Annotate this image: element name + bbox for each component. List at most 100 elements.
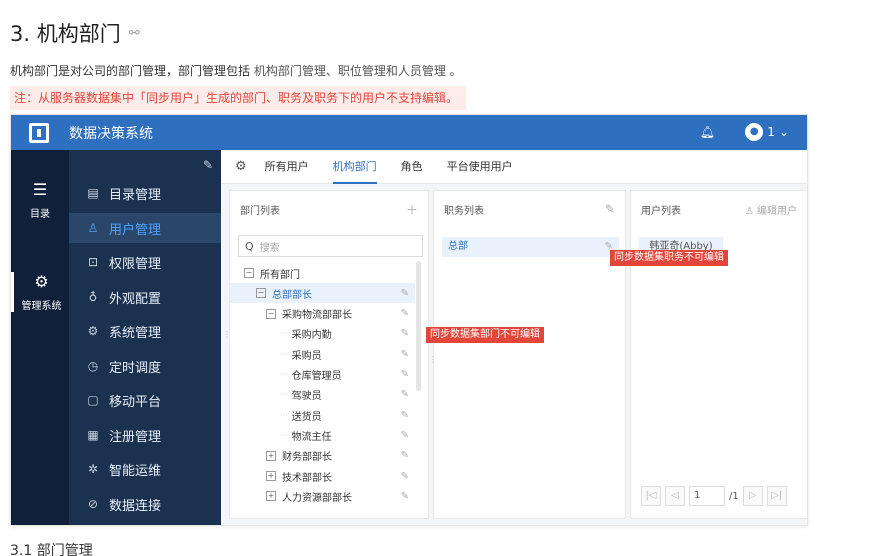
collapse-icon[interactable]: − [266, 308, 276, 319]
icon-rail: ☰ 目录 ⚙ 管理系统 [11, 150, 69, 525]
intro-paragraph: 机构部门是对公司的部门管理，部门管理包括 机构部门管理、职位管理和人员管理 。 [10, 62, 462, 79]
app-logo-icon [29, 122, 49, 143]
rail-label: 管理系统 [21, 301, 62, 312]
tree-row[interactable]: + 财务部部长 ✎ [230, 446, 415, 466]
menu-item-system[interactable]: ⚙ 系统管理 [69, 316, 221, 346]
menu-label: 定时调度 [109, 360, 162, 376]
position-panel: 职务列表 ✎ 总部 ✎ [433, 190, 626, 519]
tree-row[interactable]: + 人力资源部部长 ✎ [230, 486, 415, 506]
bell-icon[interactable]: 🔔︎ [700, 125, 715, 139]
tree-row[interactable]: − 采购物流部部长 ✎ [230, 304, 415, 324]
add-icon[interactable]: ＋ [406, 201, 418, 218]
menu-item-connect[interactable]: ⊘ 数据连接 [69, 489, 221, 519]
page-total: /1 [729, 490, 739, 502]
rail-label: 目录 [30, 209, 50, 220]
department-panel-header: 部门列表 ＋ [230, 191, 428, 227]
tree-row[interactable]: ··· 采购内勤 ✎ [230, 324, 415, 344]
tab-roles[interactable]: 角色 [401, 150, 423, 184]
prev-page-button[interactable]: ◁ [665, 486, 685, 506]
menu-item-register[interactable]: ▦ 注册管理 [69, 420, 221, 450]
edit-user-button[interactable]: ♙ 编辑用户 [745, 202, 797, 217]
menu-item-ops[interactable]: ✲ 智能运维 [69, 454, 221, 484]
edit-icon[interactable]: ✎ [401, 328, 409, 339]
department-tooltip: 同步数据集部门不可编辑 [426, 327, 544, 343]
tree-scrollbar[interactable] [416, 261, 421, 391]
expand-icon[interactable]: + [266, 491, 276, 502]
tree-label: 送货员 [291, 411, 322, 423]
tree-row[interactable]: ··· 驾驶员 ✎ [230, 385, 415, 405]
tab-all-users[interactable]: 所有用户 [265, 150, 309, 184]
tree-connector: ··· [280, 349, 288, 359]
tab-platform-users[interactable]: 平台使用用户 [447, 150, 513, 184]
menu-item-permissions[interactable]: ⊡ 权限管理 [69, 247, 221, 277]
user-menu[interactable]: ● 1 ⌄ [745, 123, 789, 141]
resize-grip[interactable]: ⋮ [223, 330, 231, 339]
tree-connector: ··· [280, 390, 288, 400]
edit-icon[interactable]: ✎ [401, 410, 409, 421]
department-panel-title: 部门列表 [240, 205, 280, 217]
first-page-button[interactable]: |◁ [641, 486, 661, 506]
edit-icon[interactable]: ✎ [401, 288, 409, 299]
menu-label: 系统管理 [109, 325, 162, 341]
tree-row[interactable]: − 总部部长 ✎ [230, 283, 415, 304]
tree-row[interactable]: ··· 采购员 ✎ [230, 344, 415, 364]
tree-label: 技术部部长 [282, 472, 332, 484]
pagination: |◁ ◁ 1 /1 ▷ ▷| [641, 486, 787, 506]
menu-item-appearance[interactable]: ♁ 外观配置 [69, 282, 221, 312]
edit-icon[interactable]: ✎ [401, 450, 409, 461]
collapse-icon[interactable]: − [256, 288, 266, 299]
pin-icon[interactable]: ✎ [203, 158, 213, 172]
menu-item-mobile[interactable]: ▢ 移动平台 [69, 385, 221, 415]
user-icon: ♙ [87, 221, 99, 235]
app-screenshot: 数据决策系统 🔔︎ ● 1 ⌄ ☰ 目录 ⚙ 管理系统 ✎ ▤ 目录管理 ♙ 用户管… [10, 114, 808, 526]
position-panel-title: 职务列表 [444, 205, 484, 217]
rail-item-admin[interactable]: ⚙ 管理系统 [11, 272, 69, 312]
resize-grip[interactable]: ⋮ [429, 355, 437, 364]
page-input[interactable]: 1 [689, 486, 725, 506]
tree-label: 驾驶员 [291, 391, 322, 403]
tab-bar: ⚙ 所有用户 机构部门 角色 平台使用用户 [221, 150, 807, 184]
tree-label: 总部部长 [272, 289, 312, 301]
expand-icon[interactable]: + [266, 471, 276, 481]
tree-label: 物流主任 [291, 431, 332, 443]
department-panel: 部门列表 ＋ Q 搜索 − 所有部门 − 总部部长 ✎ − 采购物流部部长 ✎ ··· 采购内勤 ✎… [229, 190, 429, 519]
edit-icon[interactable]: ✎ [401, 308, 409, 319]
tab-departments[interactable]: 机构部门 [332, 150, 377, 184]
tree-row[interactable]: + 技术部部长 ✎ [230, 466, 415, 486]
tree-connector: ··· [280, 430, 288, 440]
top-bar: 数据决策系统 🔔︎ ● 1 ⌄ [11, 115, 807, 150]
tree-row[interactable]: ··· 送货员 ✎ [230, 405, 415, 425]
rail-item-catalog[interactable]: ☰ 目录 [11, 180, 69, 220]
edit-user-label: 编辑用户 [757, 205, 797, 217]
tree-row[interactable]: − 所有部门 [230, 263, 415, 283]
edit-icon[interactable]: ✎ [401, 471, 409, 482]
user-panel: 用户列表 ♙ 编辑用户 韩亚奇(Abby) |◁ ◁ 1 /1 ▷ ▷| [630, 190, 807, 519]
settings-icon[interactable]: ⚙ [235, 159, 247, 174]
menu-item-catalog[interactable]: ▤ 目录管理 [69, 178, 221, 208]
list-icon: ☰ [32, 180, 48, 199]
edit-icon[interactable]: ✎ [401, 491, 409, 502]
edit-icon[interactable]: ✎ [401, 369, 409, 380]
menu-label: 注册管理 [109, 429, 162, 445]
ops-icon: ✲ [87, 462, 99, 476]
expand-icon[interactable]: + [266, 450, 276, 461]
side-menu: ✎ ▤ 目录管理 ♙ 用户管理 ⊡ 权限管理 ♁ 外观配置 ⚙ 系统管理 ◷ 定时调度 ▢ 移… [69, 150, 221, 525]
edit-icon[interactable]: ✎ [401, 349, 409, 360]
menu-item-schedule[interactable]: ◷ 定时调度 [69, 351, 221, 381]
search-placeholder: 搜索 [259, 242, 280, 254]
position-row[interactable]: 总部 ✎ [442, 237, 619, 257]
tree-label: 采购物流部部长 [282, 310, 352, 322]
edit-icon[interactable]: ✎ [605, 202, 615, 216]
edit-icon[interactable]: ✎ [401, 389, 409, 400]
menu-item-users[interactable]: ♙ 用户管理 [69, 213, 221, 243]
last-page-button[interactable]: ▷| [766, 486, 787, 506]
tree-row[interactable]: ··· 物流主任 ✎ [230, 425, 415, 445]
search-input[interactable]: Q 搜索 [238, 235, 423, 257]
register-icon: ▦ [87, 428, 99, 442]
link-icon[interactable]: ⚯ [129, 26, 140, 41]
tree-row[interactable]: ··· 仓库管理员 ✎ [230, 365, 415, 385]
edit-icon[interactable]: ✎ [401, 430, 409, 441]
collapse-icon[interactable]: − [244, 268, 254, 278]
menu-label: 数据连接 [109, 498, 162, 514]
next-page-button[interactable]: ▷ [742, 486, 763, 506]
